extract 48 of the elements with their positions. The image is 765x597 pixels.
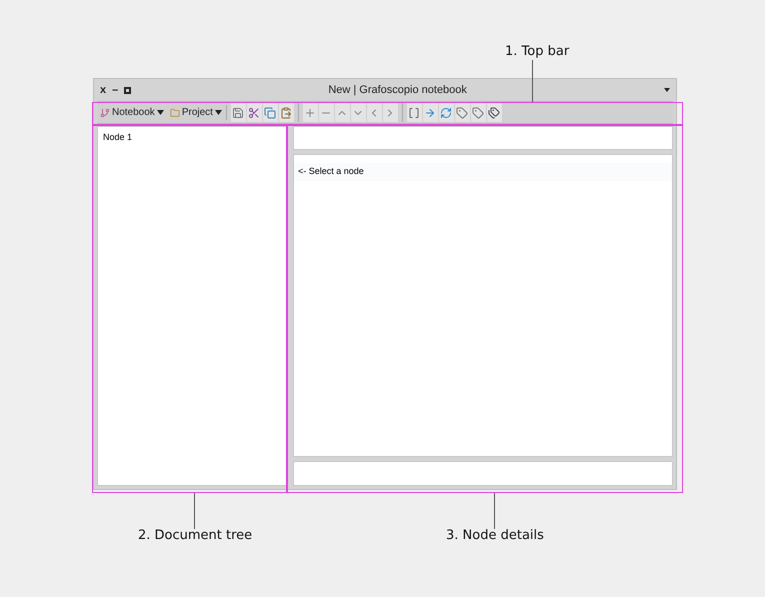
chevron-left-button[interactable] [366,103,382,122]
tag-button[interactable] [454,103,470,122]
caret-icon [214,110,222,115]
copy-icon [264,106,276,118]
tag-button[interactable] [470,103,486,122]
close-button[interactable]: x [100,82,106,98]
callout-label: 1. Top bar [505,43,570,61]
leader-line [194,493,195,529]
caret-icon [156,110,164,115]
refresh-button[interactable] [438,103,454,122]
clipboard-button[interactable] [278,103,294,122]
maximize-button[interactable] [124,86,132,94]
header-field[interactable] [293,126,673,150]
chevron-right-button[interactable] [382,103,398,122]
scissors-icon [248,106,260,118]
notebook-menu[interactable]: Notebook [100,105,164,120]
brackets-icon [408,106,420,118]
callout-label: 3. Node details [446,527,544,545]
tag-icon [472,106,484,118]
branch-icon [100,108,110,118]
tree-node[interactable]: Node 1 [103,131,281,144]
arrow-button[interactable] [422,103,438,122]
chevron-up-button[interactable] [334,103,350,122]
footer-field[interactable] [293,461,673,486]
arrow-icon [424,106,436,118]
tags-icon [488,106,500,118]
clipboard-icon [280,106,292,118]
refresh-icon [440,106,452,118]
brackets-button[interactable] [406,103,422,122]
chevron-down-button[interactable] [350,103,366,122]
folder-icon [170,108,180,118]
plus-button[interactable] [302,103,318,122]
leader-line [532,60,533,102]
save-button[interactable] [230,103,246,122]
leader-line [494,493,495,529]
tag-icon [456,106,468,118]
window-title: New | Grafoscopio notebook [327,82,468,98]
scissors-button[interactable] [246,103,262,122]
plus-icon [304,106,316,118]
project-menu[interactable]: Project [170,105,222,120]
copy-button[interactable] [262,103,278,122]
minus-button[interactable] [318,103,334,122]
select-node-message: <- Select a node [294,163,672,180]
tags-button[interactable] [486,103,502,122]
menu-caret-icon[interactable] [664,88,670,92]
save-icon [232,106,244,118]
callout-label: 2. Document tree [138,527,252,545]
minimize-button[interactable]: – [112,82,118,98]
